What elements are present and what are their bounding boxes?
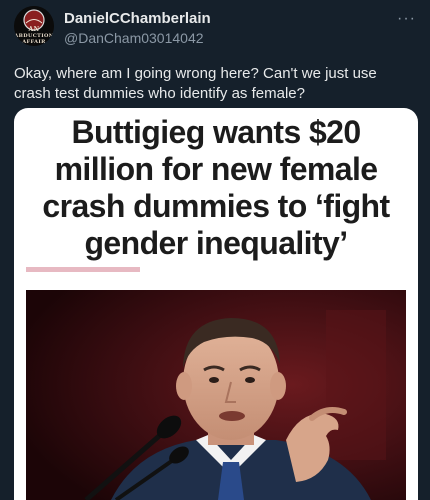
tweet-text: Okay, where am I going wrong here? Can't… xyxy=(14,65,377,102)
avatar[interactable]: AN ABDUCTION AFFAIR xyxy=(14,6,54,46)
display-name[interactable]: DanielCChamberlain xyxy=(64,10,211,27)
speaker-portrait-icon xyxy=(26,290,406,500)
article-headline: Buttigieg wants $20 million for new fema… xyxy=(42,114,390,261)
tweet-image[interactable]: Buttigieg wants $20 million for new fema… xyxy=(14,108,418,500)
avatar-text-line-3: AFFAIR xyxy=(22,39,46,45)
article-photo xyxy=(26,290,406,500)
more-options-icon[interactable]: ··· xyxy=(397,10,416,28)
tweet: AN ABDUCTION AFFAIR DanielCChamberlain @… xyxy=(0,0,430,500)
accent-divider xyxy=(26,267,140,272)
user-handle[interactable]: @DanCham03014042 xyxy=(64,30,204,46)
